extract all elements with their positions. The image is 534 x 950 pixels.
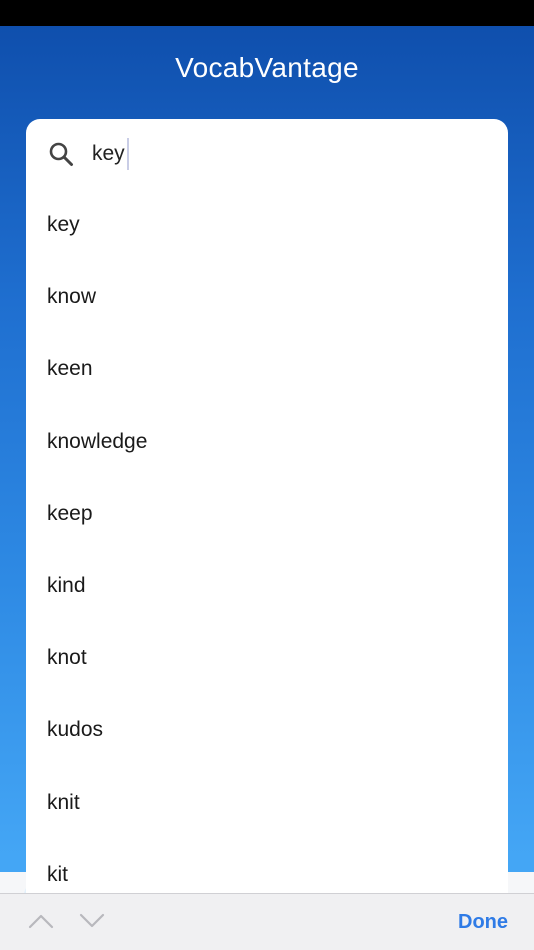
suggestion-item[interactable]: kudos xyxy=(26,694,508,766)
suggestion-item[interactable]: knot xyxy=(26,622,508,694)
search-dropdown: key key know keen knowledge keep kind kn… xyxy=(26,119,508,909)
suggestion-item[interactable]: knowledge xyxy=(26,406,508,478)
status-bar xyxy=(0,0,534,26)
suggestion-item[interactable]: knit xyxy=(26,767,508,839)
chevron-down-icon[interactable] xyxy=(79,910,105,932)
search-icon xyxy=(49,142,73,166)
suggestion-item[interactable]: kind xyxy=(26,550,508,622)
suggestion-list: key know keen knowledge keep kind knot k… xyxy=(26,189,508,909)
suggestion-item[interactable]: keep xyxy=(26,478,508,550)
search-row[interactable]: key xyxy=(26,119,508,189)
suggestion-item[interactable]: key xyxy=(26,189,508,261)
chevron-up-icon[interactable] xyxy=(28,910,54,932)
keyboard-accessory-toolbar: Done xyxy=(0,893,534,950)
suggestion-item[interactable]: know xyxy=(26,261,508,333)
done-button[interactable]: Done xyxy=(458,911,508,934)
app-title: VocabVantage xyxy=(175,52,359,83)
search-input[interactable]: key xyxy=(92,138,129,170)
search-input-value: key xyxy=(92,142,125,165)
suggestion-item[interactable]: keen xyxy=(26,333,508,405)
text-caret xyxy=(126,138,129,170)
